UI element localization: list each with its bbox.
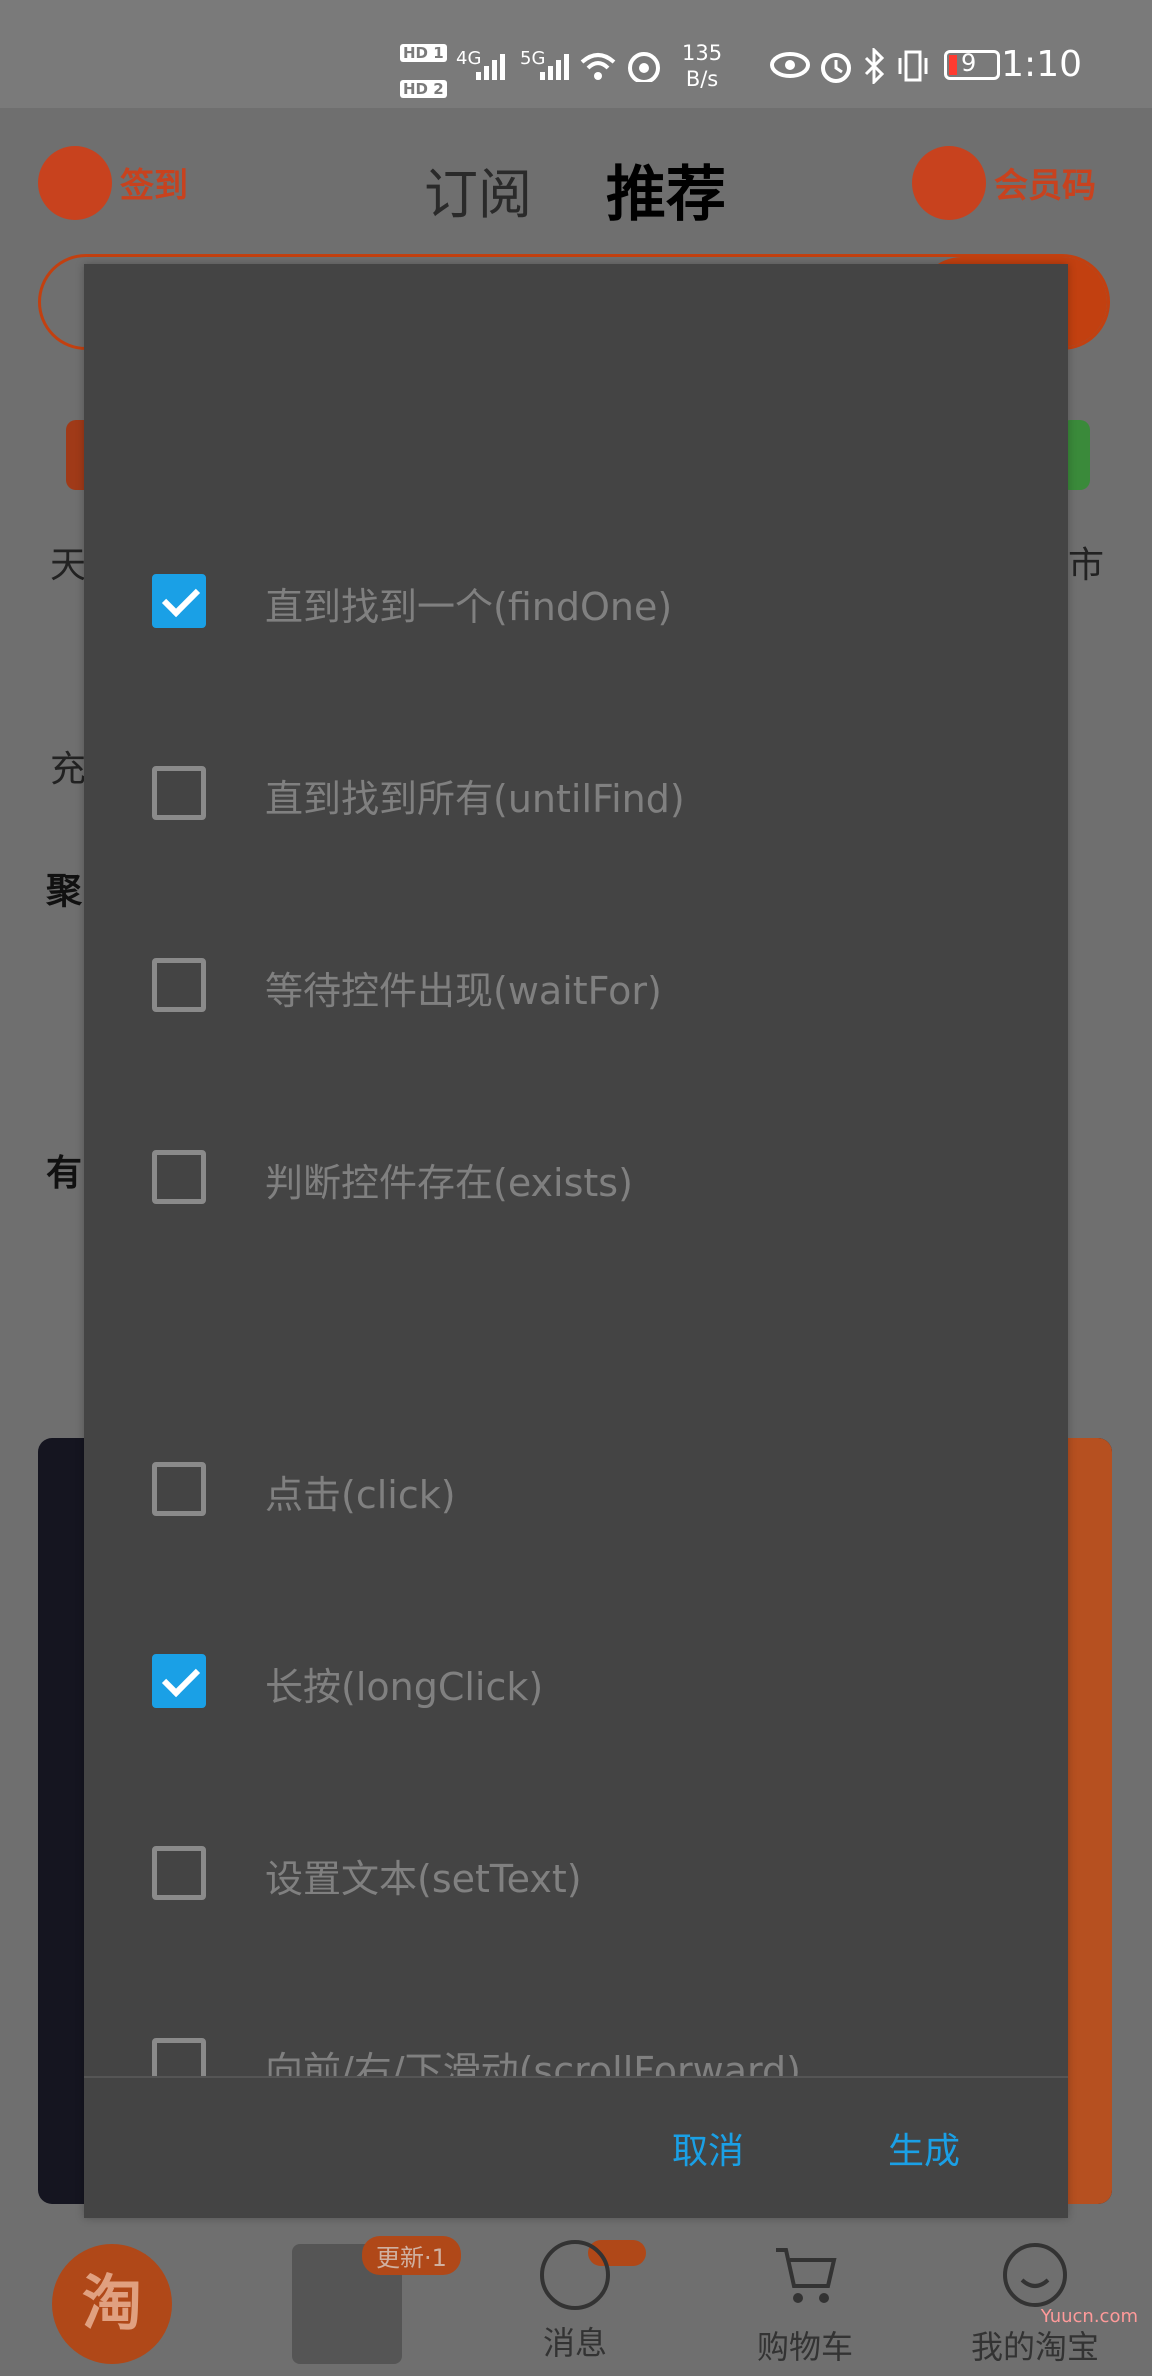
checkbox-checked[interactable] [152,1654,206,1708]
cart-tab[interactable]: 购物车 [730,2240,880,2368]
option-label: 直到找到所有(untilFind) [265,777,685,821]
checkbox-unchecked[interactable] [152,1846,206,1900]
option-label: 向前/右/下滑动(scrollForward) [265,2049,801,2076]
cart-label: 购物车 [756,2328,853,2366]
hd2-indicator: HD 2 [400,72,447,100]
option-label: 直到找到一个(findOne) [265,585,673,629]
mine-label: 我的淘宝 [970,2328,1099,2366]
home-tab[interactable]: 淘 [52,2244,172,2364]
checkbox-unchecked[interactable] [152,1150,206,1204]
checkbox-unchecked[interactable] [152,1462,206,1516]
section-title-left: 聚 [46,871,83,912]
generate-button[interactable]: 生成 [888,2122,960,2174]
option-until-find[interactable]: 直到找到所有(untilFind) [84,738,1068,848]
vibrate-icon [898,50,928,82]
category-label-right: 市 [1068,545,1105,586]
update-badge: 更新·1 [362,2236,461,2275]
option-label: 判断控件存在(exists) [265,1161,633,1205]
option-label: 设置文本(setText) [265,1857,582,1901]
eye-icon [770,52,810,78]
cart-icon [776,2248,837,2303]
dialog-footer: 取消 生成 [84,2078,1068,2218]
category-label-left-2: 充 [50,749,87,790]
wifi-icon [580,53,616,80]
option-find-one[interactable]: 直到找到一个(findOne) [84,546,1068,656]
alarm-icon [821,53,851,83]
network-speed: 135 B/s [682,41,723,91]
option-click[interactable]: 点击(click) [84,1434,1068,1544]
selector-action-dialog: 直到找到一个(findOne) 直到找到所有(untilFind) 等待控件出现… [84,264,1068,2218]
hotspot-icon [628,52,660,82]
tab-subscribe[interactable]: 订阅 [424,150,532,229]
sign-in-icon[interactable] [38,146,112,220]
member-code-icon[interactable] [912,146,986,220]
option-exists[interactable]: 判断控件存在(exists) [84,1122,1068,1232]
signal-icon [476,54,505,80]
messages-tab[interactable]: 消息 [500,2240,650,2364]
cancel-button[interactable]: 取消 [672,2122,744,2174]
checkbox-unchecked[interactable] [152,766,206,820]
signal-icon-2 [540,54,569,80]
battery-icon: 9 [944,49,1000,80]
member-code-label[interactable]: 会员码 [994,158,1096,207]
messages-icon [540,2240,610,2310]
option-label: 点击(click) [265,1473,456,1517]
section-title-left-2: 有 [46,1153,83,1194]
sign-in-label[interactable]: 签到 [120,158,188,207]
messages-label: 消息 [542,2324,607,2362]
option-long-click[interactable]: 长按(longClick) [84,1626,1068,1736]
checkbox-checked[interactable] [152,574,206,628]
option-set-text[interactable]: 设置文本(setText) [84,1818,1068,1928]
dialog-scroll-area[interactable]: 直到找到一个(findOne) 直到找到所有(untilFind) 等待控件出现… [84,264,1068,2076]
option-scroll-forward[interactable]: 向前/右/下滑动(scrollForward) [84,2010,1068,2076]
option-label: 等待控件出现(waitFor) [265,969,662,1013]
option-label: 长按(longClick) [265,1665,544,1709]
mine-tab[interactable]: 我的淘宝 [960,2240,1110,2368]
checkbox-unchecked[interactable] [152,958,206,1012]
hd1-indicator: HD 1 [400,36,447,64]
battery-level: 9 [961,49,977,77]
smile-icon [1003,2243,1067,2307]
option-wait-for[interactable]: 等待控件出现(waitFor) [84,930,1068,1040]
clock: 1:10 [1001,44,1082,85]
category-label-left: 天 [50,545,87,586]
watermark: Yuucn.com [1040,2306,1138,2327]
tab-recommend[interactable]: 推荐 [606,146,726,233]
checkbox-unchecked[interactable] [152,2038,206,2076]
status-bar: HD 1 HD 2 4G 5G 135 B/s 9 1:10 [0,0,1152,108]
bluetooth-icon [864,48,885,84]
